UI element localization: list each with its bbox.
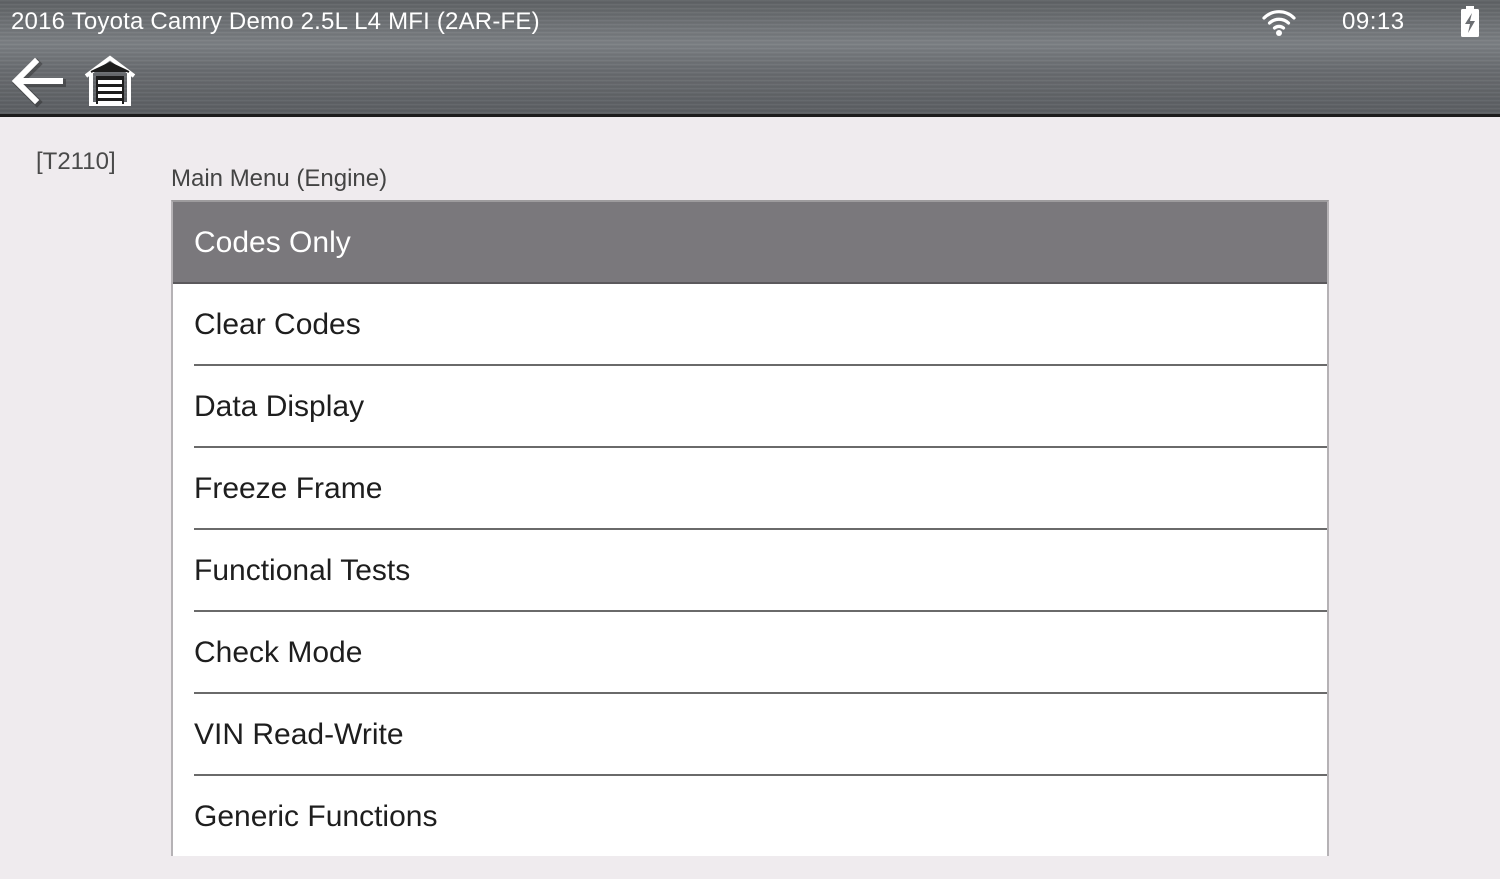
battery-charging-icon (1461, 6, 1479, 37)
scan-tool-screen: 2016 Toyota Camry Demo 2.5L L4 MFI (2AR-… (0, 0, 1500, 879)
wifi-icon (1262, 10, 1296, 36)
menu-item-clear-codes[interactable]: Clear Codes (173, 284, 1327, 366)
status-bar: 2016 Toyota Camry Demo 2.5L L4 MFI (2AR-… (0, 0, 1500, 44)
top-bar: 2016 Toyota Camry Demo 2.5L L4 MFI (2AR-… (0, 0, 1500, 117)
menu-item-codes-only[interactable]: Codes Only (173, 202, 1327, 284)
screen-code: [T2110] (36, 148, 116, 175)
menu-item-freeze-frame[interactable]: Freeze Frame (173, 448, 1327, 530)
navigation-bar (0, 44, 1500, 114)
menu-item-generic-functions[interactable]: Generic Functions (173, 776, 1327, 856)
clock: 09:13 (1342, 8, 1405, 35)
vehicle-title: 2016 Toyota Camry Demo 2.5L L4 MFI (2AR-… (11, 8, 540, 35)
menu-item-functional-tests[interactable]: Functional Tests (173, 530, 1327, 612)
menu-item-vin-read-write[interactable]: VIN Read-Write (173, 694, 1327, 776)
menu-item-data-display[interactable]: Data Display (173, 366, 1327, 448)
home-garage-icon[interactable] (82, 52, 138, 108)
menu-item-check-mode[interactable]: Check Mode (173, 612, 1327, 694)
menu-title: Main Menu (Engine) (171, 165, 388, 192)
back-arrow-icon[interactable] (8, 54, 66, 108)
main-menu-list: Codes Only Clear Codes Data Display Free… (171, 200, 1329, 856)
